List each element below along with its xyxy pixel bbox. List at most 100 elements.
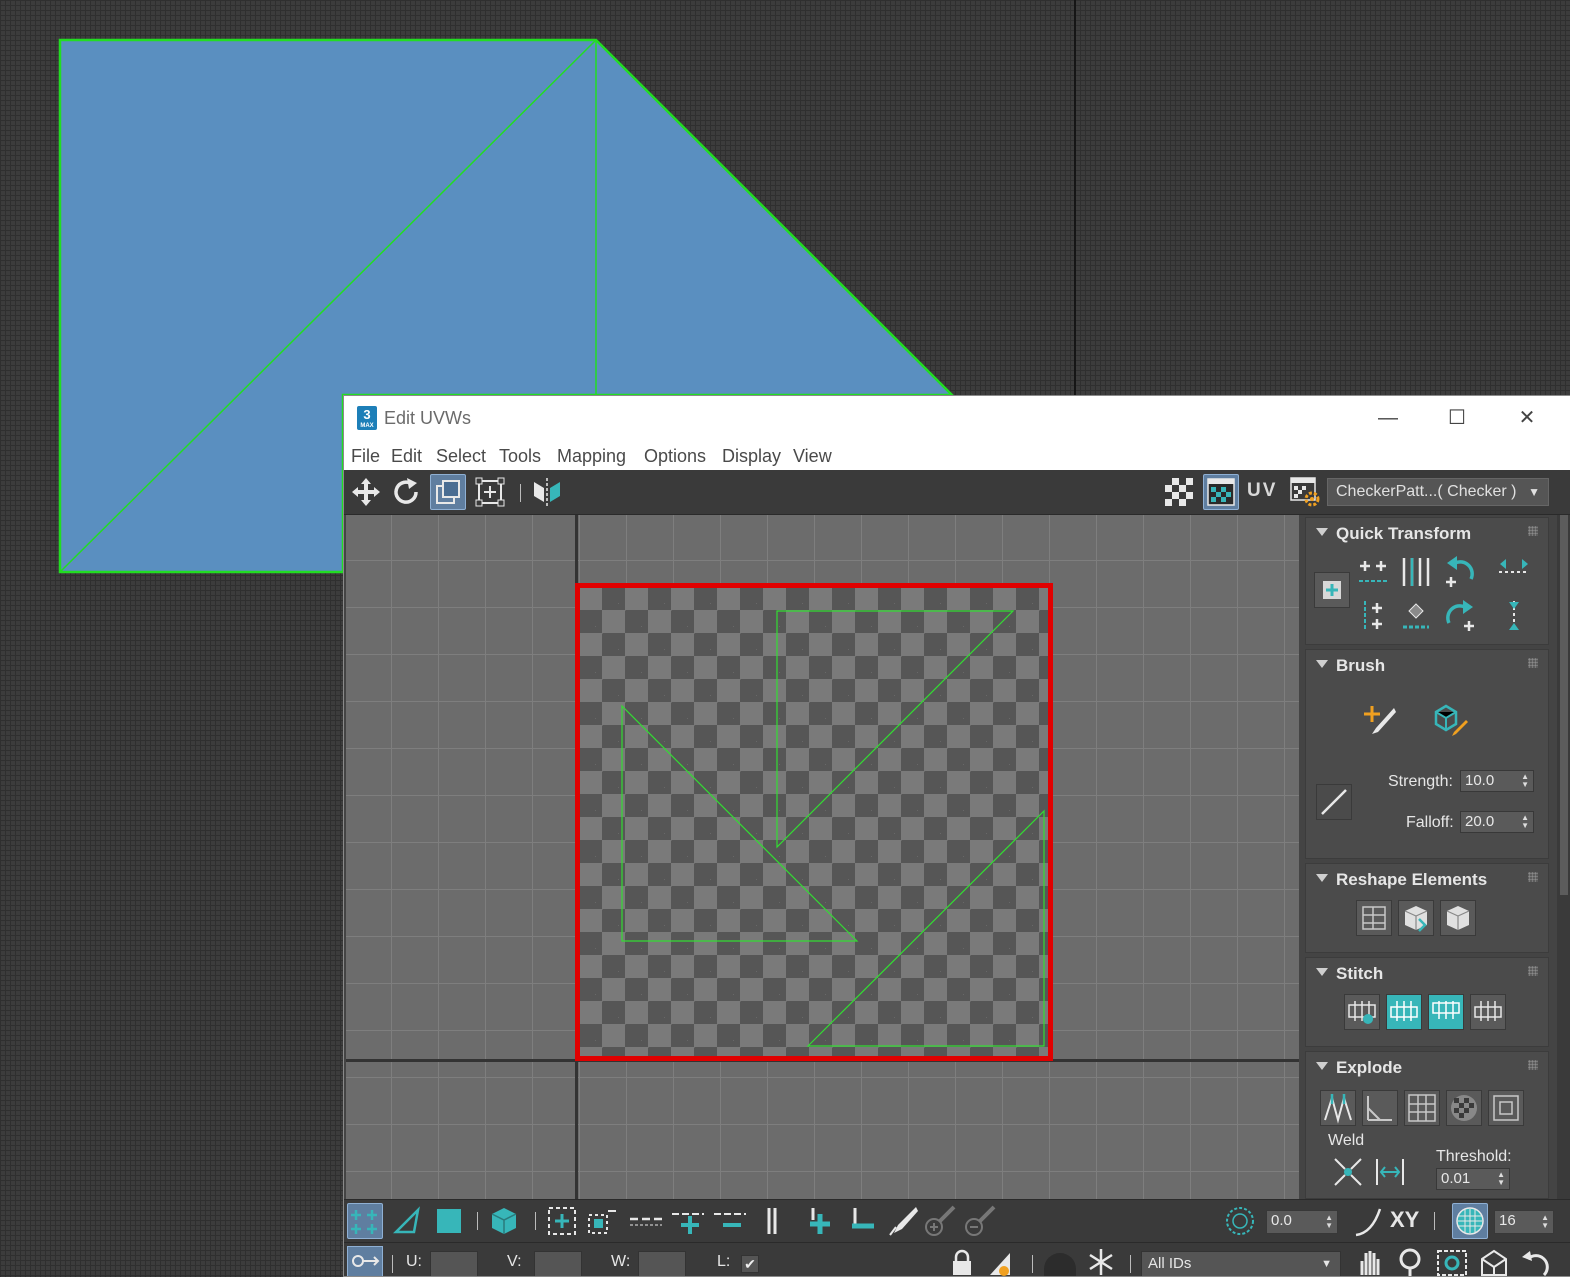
grip-icon[interactable] xyxy=(1528,966,1538,976)
scale-tool-button[interactable] xyxy=(472,474,508,510)
mirror-tool-button[interactable] xyxy=(529,474,565,510)
spinner-arrows-icon[interactable]: ▲ ▼ xyxy=(1325,1214,1333,1230)
falloff-spinner[interactable]: 20.0 ▲ ▼ xyxy=(1460,811,1534,833)
scrollbar-thumb[interactable] xyxy=(1560,515,1568,895)
grip-icon[interactable] xyxy=(1528,872,1538,882)
freeze-button[interactable] xyxy=(1086,1247,1116,1276)
enlarge-brush-button[interactable] xyxy=(922,1203,958,1239)
ring-select-button[interactable] xyxy=(754,1203,790,1239)
brush-title[interactable]: Brush xyxy=(1336,656,1385,676)
quick-transform-title[interactable]: Quick Transform xyxy=(1336,524,1471,544)
rotate-tool-button[interactable] xyxy=(388,474,424,510)
uv-axis-label[interactable]: UV xyxy=(1247,480,1277,502)
xy-coordinate-label[interactable]: XY xyxy=(1390,1207,1419,1233)
collapse-triangle-icon[interactable] xyxy=(1316,968,1328,976)
menu-view[interactable]: View xyxy=(793,446,832,467)
texture-dropdown[interactable]: CheckerPatt...( Checker ) ▼ xyxy=(1327,478,1549,506)
collapse-triangle-icon[interactable] xyxy=(1316,528,1328,536)
flip-vertical-button[interactable] xyxy=(1496,598,1532,634)
vertex-mode-button[interactable] xyxy=(347,1203,383,1239)
menu-tools[interactable]: Tools xyxy=(499,446,541,467)
absolute-offset-button[interactable] xyxy=(347,1246,383,1276)
paint-move-button[interactable] xyxy=(1362,702,1398,738)
maximize-button[interactable]: ☐ xyxy=(1434,402,1480,434)
shrink-brush-button[interactable] xyxy=(962,1203,998,1239)
grip-icon[interactable] xyxy=(1528,526,1538,536)
w-field[interactable] xyxy=(638,1251,686,1276)
align-vertical-button[interactable] xyxy=(1356,598,1392,634)
loop-grow-button[interactable] xyxy=(670,1203,706,1239)
grip-icon[interactable] xyxy=(1528,658,1538,668)
minimize-button[interactable]: — xyxy=(1365,402,1411,434)
v-field[interactable] xyxy=(534,1251,582,1276)
stitch-to-source-button[interactable] xyxy=(1470,994,1506,1030)
strength-spinner[interactable]: 10.0 ▲ ▼ xyxy=(1460,770,1534,792)
reshape-elements-title[interactable]: Reshape Elements xyxy=(1336,870,1487,890)
stitch-title[interactable]: Stitch xyxy=(1336,964,1383,984)
close-button[interactable]: ✕ xyxy=(1504,402,1550,434)
stitch-to-target-button[interactable] xyxy=(1386,994,1422,1030)
straighten-button[interactable] xyxy=(1398,598,1434,634)
menu-edit[interactable]: Edit xyxy=(391,446,422,467)
explode-title[interactable]: Explode xyxy=(1336,1058,1402,1078)
relax-brush-button[interactable] xyxy=(1432,702,1468,738)
uv-editor-canvas[interactable] xyxy=(346,515,1299,1199)
menu-mapping[interactable]: Mapping xyxy=(557,446,626,467)
zoom-extents-button[interactable] xyxy=(1478,1247,1510,1276)
show-map-button[interactable] xyxy=(1203,474,1239,510)
relax-settings-button[interactable] xyxy=(1440,900,1476,936)
undo-view-button[interactable] xyxy=(1520,1247,1550,1276)
flip-horizontal-button[interactable] xyxy=(1496,554,1532,590)
explode-by-material-button[interactable] xyxy=(1446,1090,1482,1126)
spinner-arrows-icon[interactable]: ▲ ▼ xyxy=(1541,1214,1549,1230)
threshold-spinner[interactable]: 0.01 ▲ ▼ xyxy=(1436,1168,1510,1190)
u-field[interactable] xyxy=(430,1251,478,1276)
falloff-curve-button[interactable] xyxy=(1316,784,1352,820)
explode-by-polygroup-button[interactable] xyxy=(1404,1090,1440,1126)
panel-scrollbar[interactable] xyxy=(1557,515,1570,1199)
paint-select-button[interactable] xyxy=(884,1203,920,1239)
title-bar[interactable]: 3 MAX Edit UVWs — ☐ ✕ xyxy=(344,396,1570,440)
element-mode-button[interactable] xyxy=(486,1203,522,1239)
edit-uvws-window[interactable]: 3 MAX Edit UVWs — ☐ ✕ File Edit Select T… xyxy=(343,395,1570,1277)
move-tool-button[interactable] xyxy=(348,474,384,510)
shrink-selection-button[interactable] xyxy=(584,1203,620,1239)
map-settings-button[interactable] xyxy=(1287,474,1323,510)
break-button[interactable] xyxy=(1320,1090,1356,1126)
weld-target-button[interactable] xyxy=(1372,1154,1408,1190)
menu-select[interactable]: Select xyxy=(436,446,486,467)
unhide-button[interactable] xyxy=(1044,1253,1076,1276)
ring-grow-button[interactable] xyxy=(802,1203,838,1239)
align-horizontal-button[interactable] xyxy=(1356,554,1392,590)
spinner-arrows-icon[interactable]: ▲ ▼ xyxy=(1521,814,1529,830)
lock-button[interactable] xyxy=(948,1249,976,1276)
spinner-arrows-icon[interactable]: ▲ ▼ xyxy=(1497,1171,1505,1187)
grid-snap-button[interactable] xyxy=(1452,1203,1488,1239)
relax-button[interactable] xyxy=(1398,900,1434,936)
rotate-ccw-button[interactable] xyxy=(1442,554,1478,590)
checker-show-button[interactable] xyxy=(1161,474,1197,510)
grow-selection-button[interactable] xyxy=(544,1203,580,1239)
menu-display[interactable]: Display xyxy=(722,446,781,467)
pan-button[interactable] xyxy=(1354,1247,1384,1276)
edge-mode-button[interactable] xyxy=(389,1203,425,1239)
collapse-triangle-icon[interactable] xyxy=(1316,874,1328,882)
stitch-custom-button[interactable] xyxy=(1344,994,1380,1030)
straighten-selection-button[interactable] xyxy=(1356,900,1392,936)
polygon-mode-button[interactable] xyxy=(431,1203,467,1239)
zoom-button[interactable] xyxy=(1396,1247,1426,1276)
material-id-dropdown[interactable]: All IDs ▼ xyxy=(1141,1251,1341,1276)
weld-selected-button[interactable] xyxy=(1330,1154,1366,1190)
menu-options[interactable]: Options xyxy=(644,446,706,467)
loop-shrink-button[interactable] xyxy=(712,1203,748,1239)
explode-to-region-button[interactable] xyxy=(1488,1090,1524,1126)
stitch-to-average-button[interactable] xyxy=(1428,994,1464,1030)
angle-spinner[interactable]: 0.0 ▲ ▼ xyxy=(1266,1210,1338,1234)
freeform-mode-button[interactable] xyxy=(430,474,466,510)
collapse-triangle-icon[interactable] xyxy=(1316,660,1328,668)
soft-selection-button[interactable] xyxy=(1222,1203,1258,1239)
rotate-cw-button[interactable] xyxy=(1442,598,1478,634)
spinner-arrows-icon[interactable]: ▲ ▼ xyxy=(1521,773,1529,789)
hide-button[interactable] xyxy=(986,1249,1014,1276)
menu-file[interactable]: File xyxy=(351,446,380,467)
